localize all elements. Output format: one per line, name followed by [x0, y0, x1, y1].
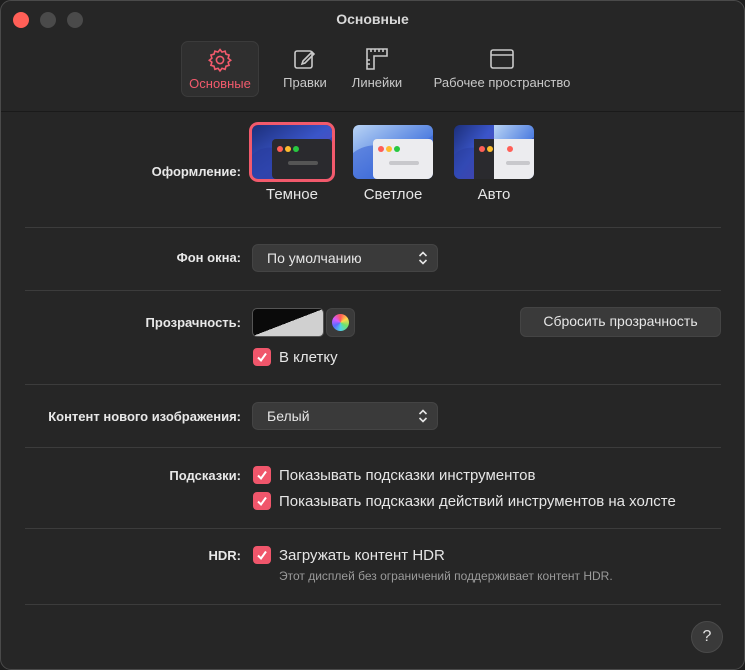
- new-image-content-value: Белый: [267, 408, 310, 424]
- chevron-up-down-icon: [418, 251, 428, 265]
- checkmark-icon: [257, 470, 267, 481]
- appearance-light-label: Светлое: [363, 186, 423, 203]
- checkerboard-label: В клетку: [279, 349, 338, 366]
- tab-workspace[interactable]: Рабочее пространство: [425, 41, 579, 95]
- show-canvas-tips-label: Показывать подсказки действий инструмент…: [279, 493, 676, 510]
- appearance-light-thumbnail[interactable]: [353, 125, 433, 179]
- help-button[interactable]: ?: [691, 621, 723, 653]
- reset-transparency-button[interactable]: Сбросить прозрачность: [520, 307, 721, 337]
- tab-rulers[interactable]: Линейки: [345, 41, 409, 95]
- checkmark-icon: [257, 496, 267, 507]
- checkmark-icon: [257, 550, 267, 561]
- tooltips-label: Подсказки:: [169, 468, 241, 483]
- tab-edits-label: Правки: [283, 75, 327, 90]
- new-image-content-label: Контент нового изображения:: [48, 409, 241, 424]
- checkerboard-checkbox[interactable]: [253, 348, 271, 366]
- appearance-label: Оформление:: [151, 164, 241, 179]
- light-theme-preview-icon: [353, 125, 433, 179]
- divider: [25, 227, 721, 228]
- show-canvas-tips-checkbox[interactable]: [253, 492, 271, 510]
- toolbar-divider: [1, 111, 744, 112]
- window-background-select[interactable]: По умолчанию: [252, 244, 438, 272]
- new-image-content-select[interactable]: Белый: [252, 402, 438, 430]
- checkmark-icon: [257, 352, 267, 363]
- tab-general[interactable]: Основные: [181, 41, 259, 97]
- appearance-auto-label: Авто: [477, 186, 511, 203]
- gear-icon: [207, 48, 233, 73]
- color-picker-button[interactable]: [326, 308, 355, 337]
- divider: [25, 604, 721, 605]
- edit-icon: [294, 50, 316, 69]
- tab-general-label: Основные: [189, 76, 251, 91]
- dark-theme-preview-icon: [252, 125, 332, 179]
- hdr-note: Этот дисплей без ограничений поддерживае…: [279, 569, 613, 583]
- load-hdr-label: Загружать контент HDR: [279, 547, 445, 564]
- divider: [25, 290, 721, 291]
- color-wheel-icon: [332, 314, 349, 331]
- tab-rulers-label: Линейки: [351, 75, 403, 90]
- preferences-window: Основные Основные Правки Линейки Рабочее…: [0, 0, 745, 670]
- transparency-label: Прозрачность:: [145, 315, 241, 330]
- hdr-label: HDR:: [208, 548, 242, 563]
- load-hdr-checkbox[interactable]: [253, 546, 271, 564]
- show-tool-tips-label: Показывать подсказки инструментов: [279, 467, 536, 484]
- divider: [25, 528, 721, 529]
- divider: [25, 384, 721, 385]
- chevron-up-down-icon: [418, 409, 428, 423]
- show-tool-tips-checkbox[interactable]: [253, 466, 271, 484]
- window-background-label: Фон окна:: [176, 250, 241, 265]
- window-title: Основные: [336, 11, 409, 27]
- tab-edits[interactable]: Правки: [276, 41, 334, 95]
- appearance-dark-thumbnail[interactable]: [249, 122, 335, 182]
- tab-workspace-label: Рабочее пространство: [433, 75, 571, 90]
- transparency-swatch[interactable]: [252, 308, 324, 337]
- workspace-icon: [490, 49, 514, 69]
- window-background-value: По умолчанию: [267, 250, 362, 266]
- appearance-dark-label: Темное: [266, 186, 318, 203]
- appearance-auto-thumbnail[interactable]: [454, 125, 534, 179]
- divider: [25, 447, 721, 448]
- auto-theme-preview-icon: [454, 125, 534, 179]
- ruler-icon: [366, 48, 388, 70]
